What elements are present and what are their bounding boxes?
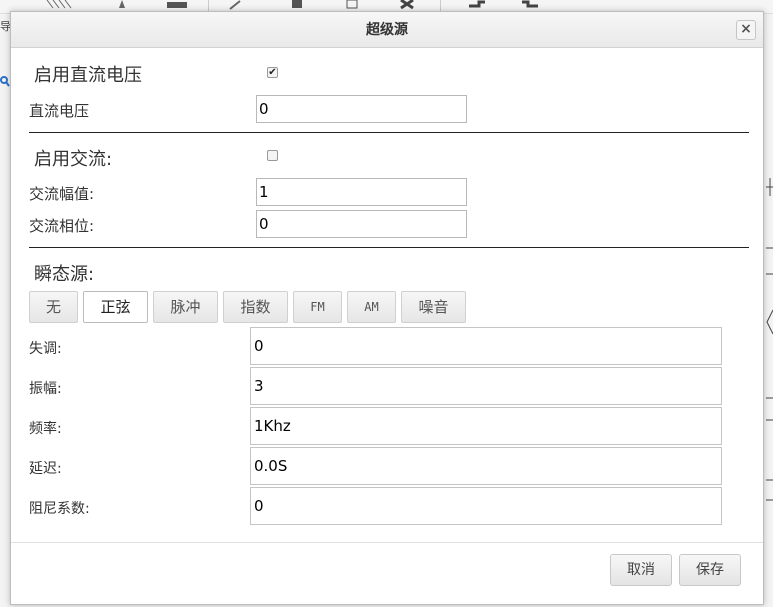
delete-icon[interactable] [398, 0, 418, 10]
delay-label: 延迟: [29, 461, 62, 477]
frequency-input[interactable] [250, 407, 722, 445]
search-icon [0, 76, 10, 87]
dc-enable-checkbox[interactable]: ✔ [267, 67, 278, 78]
star-icon[interactable] [112, 0, 132, 10]
background-canvas-marks [766, 178, 773, 501]
tab-fm[interactable]: FM [293, 291, 342, 323]
damping-factor-label: 阻尼系数: [29, 501, 90, 517]
dc-voltage-label: 直流电压 [29, 102, 90, 120]
ac-amplitude-label: 交流幅值: [29, 185, 95, 203]
offset-input[interactable] [250, 327, 722, 365]
delay-input[interactable] [250, 447, 722, 485]
stamp-icon[interactable] [165, 0, 189, 10]
dc-voltage-input[interactable] [256, 95, 467, 123]
super-source-dialog: 超级源 × 启用直流电压 ✔ 直流电压 启用交流: 交流幅值: 交流相位: 瞬态… [10, 11, 764, 605]
ac-phase-label: 交流相位: [29, 217, 95, 235]
transient-section-label: 瞬态源: [34, 264, 95, 285]
ac-enable-label: 启用交流: [34, 149, 113, 170]
frequency-label: 频率: [29, 421, 62, 437]
grid-icon[interactable] [45, 0, 85, 10]
ac-amplitude-input[interactable] [256, 178, 467, 206]
damping-factor-input[interactable] [250, 487, 722, 525]
amplitude-label: 振幅: [29, 381, 62, 397]
redo-icon[interactable] [518, 0, 542, 10]
close-icon: × [740, 21, 752, 37]
tab-noise[interactable]: 噪音 [401, 291, 466, 323]
dc-enable-label: 启用直流电压 [34, 65, 142, 86]
document-icon[interactable] [290, 0, 306, 10]
dialog-titlebar[interactable]: 超级源 × [11, 12, 763, 48]
undo-icon[interactable] [465, 0, 489, 10]
tab-pulse[interactable]: 脉冲 [153, 291, 218, 323]
dialog-title: 超级源 [366, 22, 408, 38]
footer-divider [11, 542, 763, 543]
amplitude-input[interactable] [250, 367, 722, 405]
close-button[interactable]: × [736, 20, 756, 40]
ac-enable-checkbox[interactable] [267, 150, 278, 161]
offset-label: 失调: [29, 341, 62, 357]
tab-none[interactable]: 无 [29, 291, 78, 323]
section-divider [29, 247, 749, 248]
section-divider [29, 132, 749, 133]
tab-sine[interactable]: 正弦 [83, 291, 148, 323]
tab-am[interactable]: AM [347, 291, 396, 323]
save-button[interactable]: 保存 [679, 554, 741, 586]
ac-phase-input[interactable] [256, 210, 467, 238]
page-icon[interactable] [345, 0, 361, 10]
pen-icon[interactable] [228, 0, 252, 10]
tab-exponential[interactable]: 指数 [223, 291, 288, 323]
check-icon: ✔ [268, 67, 277, 78]
cancel-button[interactable]: 取消 [610, 554, 672, 586]
